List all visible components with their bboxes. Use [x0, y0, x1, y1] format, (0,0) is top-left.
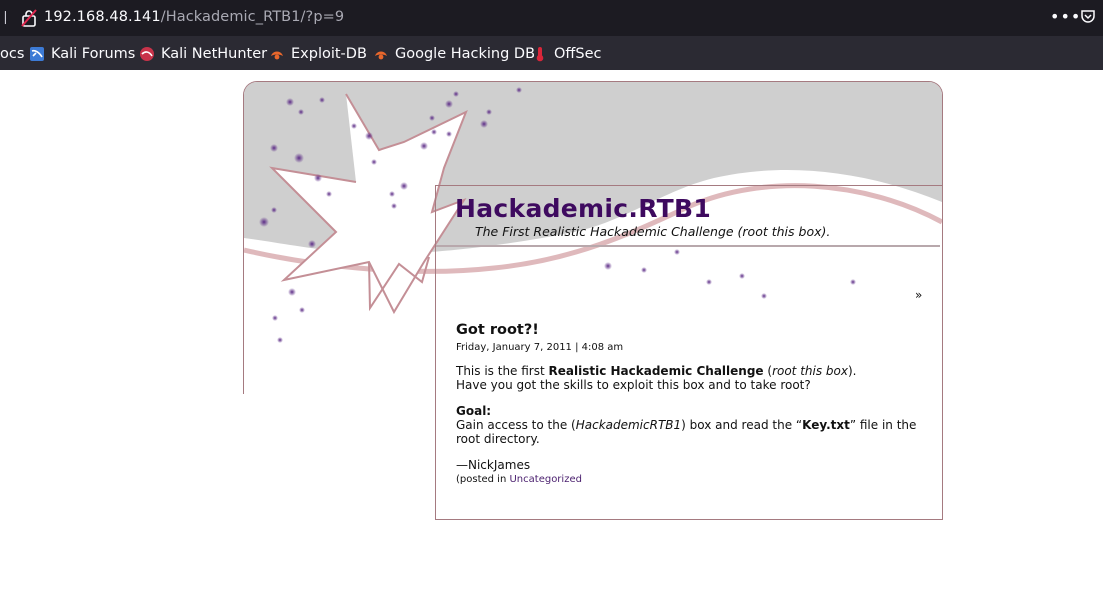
bookmark-google-hacking-db[interactable]: Google Hacking DB: [373, 45, 535, 63]
bookmarks-toolbar: ocs Kali Forums Kali NetHunter Exploit-D…: [0, 36, 1103, 71]
url-path: /Hackademic_RTB1/?p=9: [160, 9, 345, 25]
post-title[interactable]: Got root?!: [456, 322, 539, 338]
goal-text: Gain access to the (: [456, 418, 576, 432]
bookmark-offsec[interactable]: OffSec: [532, 45, 602, 63]
post-intro: This is the first Realistic Hackademic C…: [456, 364, 856, 392]
bookmark-docs[interactable]: ocs: [0, 45, 24, 63]
goal-middle: ) box and read the “: [681, 418, 803, 432]
goal-label: Goal:: [456, 404, 492, 418]
post-meta: (posted in Uncategorized: [456, 474, 582, 485]
post-date: Friday, January 7, 2011 | 4:08 am: [456, 342, 624, 353]
goal-italic: HackademicRTB1: [575, 418, 682, 432]
url-bar: ❘ 192.168.48.141/Hackademic_RTB1/?p=9 ••…: [0, 0, 1103, 36]
sidebar-toggle-icon[interactable]: ❘: [0, 10, 11, 25]
intro-italic: root this box: [772, 364, 848, 378]
goal-suffix: ” file in the: [849, 418, 917, 432]
post-signature: —NickJames: [456, 458, 531, 472]
pocket-icon[interactable]: [1080, 9, 1096, 25]
bookmark-exploit-db[interactable]: Exploit-DB: [269, 45, 367, 63]
post-goal: Goal: Gain access to the (HackademicRTB1…: [456, 404, 916, 446]
exploit-db-icon: [271, 51, 283, 60]
blog-description: The First Realistic Hackademic Challenge…: [475, 224, 831, 239]
blog-title[interactable]: Hackademic.RTB1: [455, 194, 711, 223]
category-link[interactable]: Uncategorized: [509, 474, 581, 485]
intro-paren-open: (: [763, 364, 773, 378]
url-host: 192.168.48.141: [44, 9, 161, 25]
page-actions-menu-icon[interactable]: •••: [1050, 7, 1081, 26]
google-hacking-db-icon: [375, 51, 387, 60]
bookmark-label: Exploit-DB: [291, 46, 367, 62]
goal-bold: Key.txt: [802, 418, 850, 432]
bookmark-label: ocs: [0, 46, 25, 62]
bookmark-kali-nethunter[interactable]: Kali NetHunter: [139, 45, 267, 63]
intro-paren-close: ).: [847, 364, 857, 378]
intro-text: This is the first: [456, 364, 549, 378]
bookmark-label: Kali Forums: [51, 46, 136, 62]
kali-forums-icon: [30, 47, 44, 61]
kali-nethunter-icon: [140, 47, 154, 61]
web-page: Hackademic.RTB1 The First Realistic Hack…: [0, 70, 1103, 590]
title-divider: [436, 245, 940, 247]
bookmark-label: Google Hacking DB: [395, 46, 536, 62]
bookmark-label: OffSec: [554, 46, 602, 62]
address-input[interactable]: 192.168.48.141/Hackademic_RTB1/?p=9: [44, 9, 344, 25]
intro-bold: Realistic Hackademic Challenge: [548, 364, 764, 378]
intro-line2: Have you got the skills to exploit this …: [456, 378, 811, 392]
bookmark-label: Kali NetHunter: [161, 46, 268, 62]
posted-prefix: (posted in: [456, 474, 510, 485]
bookmark-kali-forums[interactable]: Kali Forums: [29, 45, 135, 63]
offsec-icon: [536, 47, 544, 62]
next-link[interactable]: »: [915, 288, 922, 302]
insecure-lock-icon[interactable]: [21, 9, 37, 27]
goal-line2: root directory.: [456, 432, 540, 446]
